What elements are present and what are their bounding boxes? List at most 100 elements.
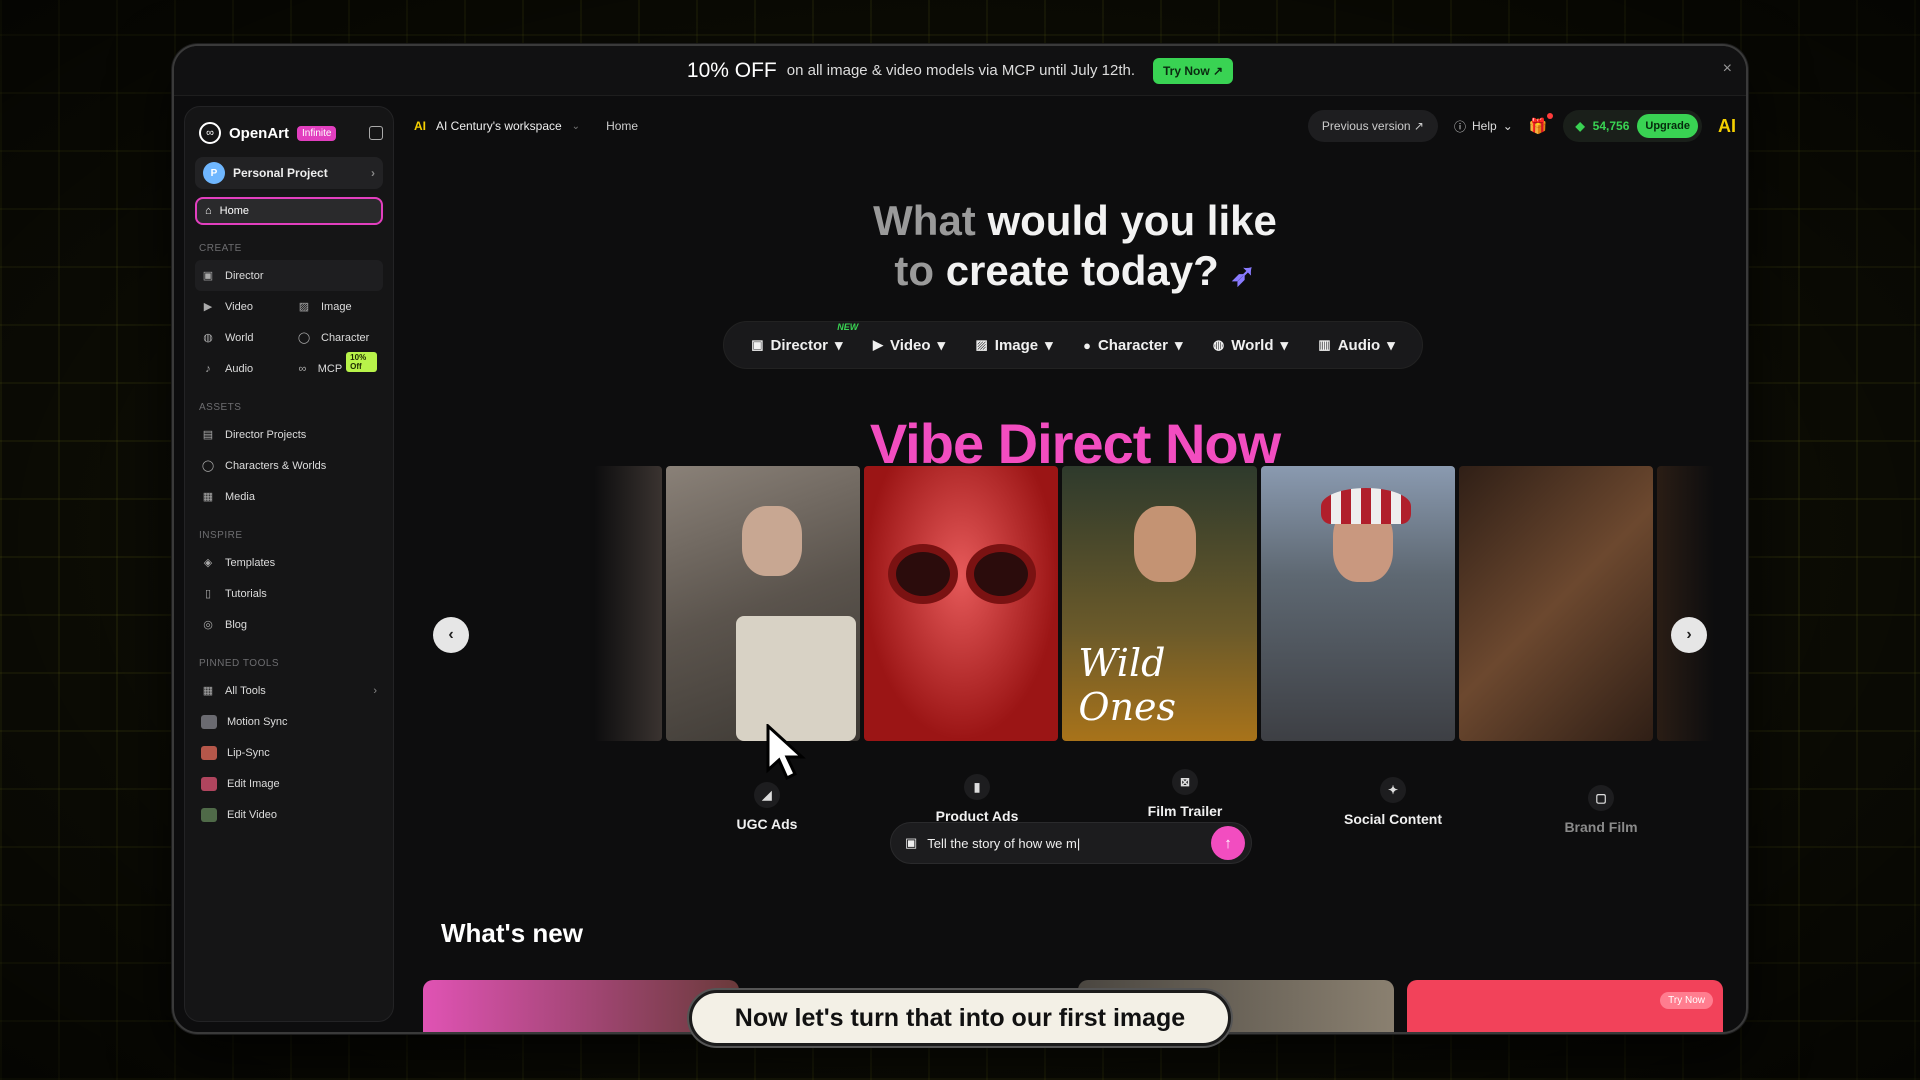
folder-icon: ▤: [202, 429, 214, 441]
label-brand-film[interactable]: ▢ Brand Film: [1498, 785, 1704, 835]
audio-icon: ▥: [1318, 337, 1331, 352]
sidebar-item-character[interactable]: ◯ Character: [291, 322, 383, 353]
sidebar-item-label: Director: [225, 269, 264, 282]
topbar-actions: Previous version ↗ ⓘ Help ⌄ 🎁 ◆ 54,756 Upg…: [1307, 110, 1736, 142]
video-caption: Now let's turn that into our first image: [689, 990, 1231, 1046]
label-product-ads[interactable]: ▮ Product Ads: [874, 774, 1080, 824]
character-icon: ●: [1083, 337, 1091, 353]
carousel-card-brand-film[interactable]: [1458, 466, 1654, 741]
discount-badge: 10% Off: [346, 351, 377, 372]
chevron-down-icon: ▾: [835, 337, 843, 354]
sidebar-item-director-projects[interactable]: ▤ Director Projects: [195, 419, 383, 450]
clapper-icon: ▣: [905, 835, 918, 850]
grid-icon: ▦: [202, 685, 214, 697]
sunglasses-image: [888, 544, 1037, 604]
sidebar-item-image[interactable]: ▨ Image: [291, 291, 383, 322]
upgrade-button[interactable]: Upgrade: [1637, 114, 1698, 138]
showcase-carousel: Wild Ones: [594, 466, 1715, 741]
mode-video[interactable]: ▶ Video ▾: [872, 336, 946, 355]
mode-character[interactable]: ● Character ▾: [1083, 336, 1183, 355]
image-icon: ▨: [975, 337, 988, 352]
mode-world[interactable]: ◍ World ▾: [1212, 336, 1288, 355]
globe-icon: ◍: [203, 332, 213, 344]
promo-text: on all image & video models via MCP unti…: [786, 62, 1135, 79]
sidebar-item-home[interactable]: ⌂ Home: [195, 197, 383, 225]
mode-image[interactable]: ▨ Image ▾: [975, 336, 1052, 355]
mode-director[interactable]: ▣ Director ▾ NEW: [751, 322, 858, 354]
sidebar-item-characters-worlds[interactable]: ◯ Characters & Worlds: [195, 450, 383, 481]
mode-audio[interactable]: ▥ Audio ▾: [1318, 336, 1394, 355]
mode-label: World: [1231, 336, 1274, 354]
tool-thumbnail: [201, 714, 217, 729]
mouse-cursor-icon: [766, 724, 806, 780]
close-icon[interactable]: ×: [1723, 60, 1732, 78]
person-image: [1134, 506, 1197, 582]
send-button[interactable]: ↑: [1211, 826, 1245, 860]
hero-line2: create today?: [934, 247, 1219, 294]
sidebar-toggle-icon[interactable]: [369, 126, 383, 140]
tote-bag-image: [735, 616, 856, 741]
character-icon: ◯: [297, 332, 311, 344]
sidebar-item-tutorials[interactable]: ▯ Tutorials: [195, 578, 383, 609]
news-try-now-badge[interactable]: Try Now: [1660, 992, 1713, 1009]
sidebar-item-label: Home: [219, 205, 249, 217]
previous-version-button[interactable]: Previous version ↗: [1307, 110, 1438, 142]
openart-logo-icon: ∞: [199, 122, 221, 144]
story-prompt-input[interactable]: ▣ Tell the story of how we m| ↑: [890, 822, 1252, 864]
avatar[interactable]: AI: [1718, 116, 1736, 137]
promo-try-now-button[interactable]: Try Now ↗: [1153, 57, 1234, 84]
sidebar-item-label: Characters & Worlds: [225, 459, 327, 472]
gift-icon[interactable]: 🎁: [1529, 113, 1554, 135]
chevron-right-icon: ›: [371, 166, 375, 180]
megaphone-icon: ◢: [754, 782, 780, 808]
sidebar-item-label: MCP: [317, 362, 343, 375]
chevron-down-icon: ▾: [1174, 337, 1183, 354]
section-inspire: INSPIRE: [199, 530, 243, 541]
chevron-down-icon: ▾: [937, 337, 946, 354]
carousel-card-social-content[interactable]: [1260, 466, 1455, 741]
sidebar-item-templates[interactable]: ◈ Templates: [195, 547, 383, 578]
sidebar-item-audio[interactable]: ♪ Audio: [195, 353, 287, 384]
sidebar-item-blog[interactable]: ◎ Blog: [195, 609, 383, 640]
sidebar-item-label: Character: [321, 331, 370, 344]
blog-icon: ◎: [203, 619, 213, 631]
sidebar-item-motion-sync[interactable]: Motion Sync: [195, 706, 383, 737]
sidebar-item-director[interactable]: ▣ Director: [195, 260, 383, 291]
section-assets: ASSETS: [199, 402, 242, 413]
sidebar-item-lip-sync[interactable]: Lip-Sync: [195, 737, 383, 768]
whats-new-heading: What's new: [441, 918, 583, 948]
hero-line1-dim: What: [873, 197, 976, 244]
sidebar-item-video[interactable]: ▶ Video: [195, 291, 287, 322]
credits-pill[interactable]: ◆ 54,756 Upgrade: [1563, 110, 1702, 142]
template-icon: ◈: [203, 557, 213, 569]
sidebar-item-label: Video: [225, 300, 253, 313]
help-menu[interactable]: ⓘ Help ⌄: [1454, 118, 1513, 135]
globe-icon: ◍: [1212, 337, 1225, 352]
carousel-card-film-trailer[interactable]: Wild Ones: [1062, 466, 1257, 741]
notification-dot: [1547, 113, 1554, 119]
carousel-card-ugc-ads[interactable]: [665, 466, 861, 741]
sidebar-item-world[interactable]: ◍ World: [195, 322, 287, 353]
carousel-card-product-ads[interactable]: [864, 466, 1059, 741]
sidebar-item-mcp[interactable]: ∞ MCP 10% Off: [291, 351, 383, 384]
label-social-content[interactable]: ✦ Social Content: [1290, 777, 1496, 827]
sidebar-item-label: Media: [225, 490, 255, 503]
link-icon: ∞: [298, 362, 307, 375]
news-card[interactable]: Try Now: [1407, 980, 1723, 1032]
project-selector[interactable]: P Personal Project ›: [195, 157, 383, 189]
video-icon: ▶: [872, 337, 883, 352]
carousel-next-button[interactable]: ›: [1671, 617, 1707, 653]
sidebar-item-all-tools[interactable]: ▦ All Tools ›: [195, 675, 383, 706]
project-name: Personal Project: [233, 166, 328, 180]
workspace-selector[interactable]: AI Century's workspace: [436, 119, 562, 133]
carousel-prev-button[interactable]: ‹: [433, 617, 469, 653]
label-ugc-ads[interactable]: ◢ UGC Ads: [664, 782, 870, 832]
label-film-trailer[interactable]: ⊠ Film Trailer: [1082, 769, 1288, 819]
topbar: AI AI Century's workspace ⌄ Home Previou…: [414, 106, 1736, 146]
chevron-down-icon: ⌄: [1502, 119, 1513, 133]
section-create: CREATE: [199, 243, 242, 254]
sidebar-item-label: Motion Sync: [227, 715, 288, 728]
breadcrumb[interactable]: Home: [606, 119, 638, 133]
sidebar-item-media[interactable]: ▦ Media: [195, 481, 383, 512]
carousel-card-partial: [594, 466, 662, 741]
